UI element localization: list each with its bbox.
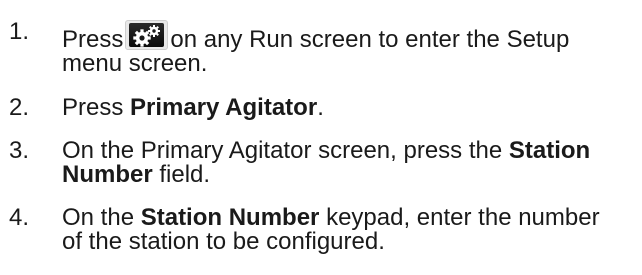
step-text-after-icon: on any Run screen to enter the Setup: [170, 26, 570, 53]
step-text: Press Primary Agitator.: [62, 96, 634, 120]
number-label: Number: [62, 161, 153, 188]
step-line-2: menu screen.: [62, 50, 208, 77]
station-label: Station: [508, 137, 591, 164]
step-text-after: keypad, enter the number: [319, 204, 600, 231]
step-text-before: On the Primary Agitator screen, press th…: [62, 137, 509, 164]
step-number: 4.: [9, 204, 30, 231]
step-number: 3.: [9, 137, 30, 164]
step-line-2: of the station to be configured.: [62, 228, 385, 255]
step-number: 2.: [9, 94, 30, 121]
step-line-1: On the Primary Agitator screen, press th…: [62, 139, 634, 163]
primary-agitator-label: Primary Agitator: [130, 94, 318, 121]
step-text-after: field.: [152, 161, 211, 188]
step-text-before-icon: Press: [62, 26, 124, 53]
step-line-1: Press on any Run screen to enter the Set…: [62, 20, 634, 52]
settings-gears-icon: [125, 20, 169, 50]
step-line-1: On the Station Number keypad, enter the …: [62, 206, 634, 230]
step-text: On the Primary Agitator screen, press th…: [62, 139, 634, 187]
step-line-1: Press Primary Agitator.: [62, 96, 634, 120]
step-line-2: Number field.: [62, 163, 634, 187]
step-text: On the Station Number keypad, enter the …: [62, 206, 634, 254]
step-text-before: Press: [62, 94, 131, 121]
step-text-before: On the: [62, 204, 141, 231]
station-number-label: Station Number: [140, 204, 320, 231]
step-text: Press on any Run screen to enter the Set…: [62, 20, 634, 76]
step-number: 1.: [9, 18, 30, 45]
step-text-after: .: [317, 94, 324, 121]
